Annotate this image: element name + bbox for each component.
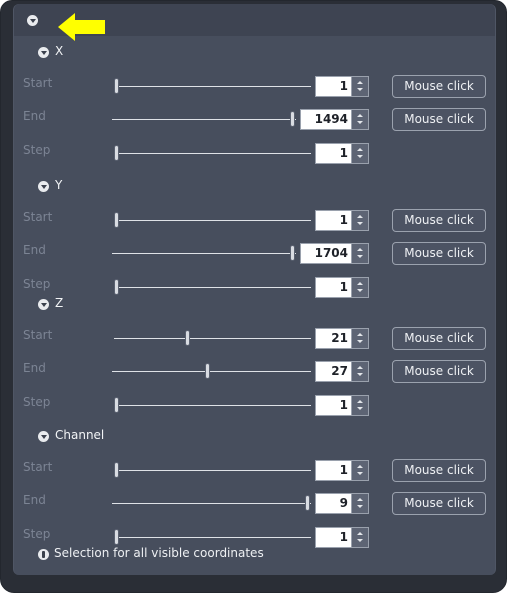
collapse-icon[interactable] — [27, 15, 38, 26]
spinbox-value[interactable]: 1 — [316, 528, 352, 547]
section-channel-start-slider-thumb[interactable] — [114, 462, 119, 478]
section-z-end-spinbox[interactable]: 27 — [315, 361, 369, 382]
section-channel-row-start-label: Start — [23, 460, 53, 474]
spinbox-up-down-icon[interactable] — [351, 362, 368, 381]
spinbox-up-down-icon[interactable] — [351, 528, 368, 547]
section-x-title: X — [55, 44, 64, 58]
section-z-end-slider-thumb[interactable] — [205, 363, 210, 379]
section-z-step-spinbox[interactable]: 1 — [315, 395, 369, 416]
section-y-row-start-label: Start — [23, 210, 53, 224]
section-x-step-spinbox[interactable]: 1 — [315, 143, 369, 164]
section-x-start-spinbox[interactable]: 1 — [315, 76, 369, 97]
section-y-start-slider-track[interactable] — [114, 220, 311, 221]
section-z-end-slider-track[interactable] — [112, 371, 311, 372]
section-x-row-step-label: Step — [23, 143, 51, 157]
spinbox-value[interactable]: 21 — [316, 329, 352, 348]
section-channel-collapse-icon[interactable] — [38, 431, 49, 442]
section-x-row-start-label: Start — [23, 76, 53, 90]
section-z-start-spinbox[interactable]: 21 — [315, 328, 369, 349]
spinbox-value[interactable]: 1 — [316, 77, 352, 96]
section-y-end-slider-thumb[interactable] — [290, 245, 295, 261]
section-x-step-slider-track[interactable] — [114, 153, 311, 154]
selection-note: Selection for all visible coordinates — [54, 546, 264, 560]
section-z-start-slider-track[interactable] — [114, 338, 311, 339]
section-channel-start-mouse-click-button[interactable]: Mouse click — [392, 459, 486, 482]
spinbox-value[interactable]: 1 — [316, 396, 352, 415]
section-y-end-spinbox[interactable]: 1704 — [300, 243, 369, 264]
section-y-step-spinbox[interactable]: 1 — [315, 277, 369, 298]
section-z-row-start-label: Start — [23, 328, 53, 342]
section-y-row-end-label: End — [23, 243, 46, 257]
section-x-end-spinbox[interactable]: 1494 — [300, 109, 369, 130]
section-x-start-slider-thumb[interactable] — [114, 78, 119, 94]
spinbox-up-down-icon[interactable] — [351, 144, 368, 163]
section-z-row-end-label: End — [23, 361, 46, 375]
section-z-step-slider-thumb[interactable] — [114, 397, 119, 413]
section-channel-row-step-label: Step — [23, 527, 51, 541]
section-x-collapse-icon[interactable] — [38, 47, 49, 58]
section-z-start-mouse-click-button[interactable]: Mouse click — [392, 327, 486, 350]
section-channel-step-slider-track[interactable] — [114, 537, 311, 538]
spinbox-value[interactable]: 27 — [316, 362, 352, 381]
section-z-end-mouse-click-button[interactable]: Mouse click — [392, 360, 486, 383]
section-y-start-spinbox[interactable]: 1 — [315, 210, 369, 231]
section-channel-end-spinbox[interactable]: 9 — [315, 493, 369, 514]
section-x-end-slider-track[interactable] — [112, 119, 296, 120]
spinbox-value[interactable]: 1 — [316, 144, 352, 163]
spinbox-value[interactable]: 1 — [316, 278, 352, 297]
section-x-row-end-label: End — [23, 109, 46, 123]
spinbox-up-down-icon[interactable] — [351, 396, 368, 415]
yellow-arrow-icon — [58, 13, 105, 41]
section-channel-start-slider-track[interactable] — [114, 470, 311, 471]
section-channel-row-end-label: End — [23, 493, 46, 507]
spinbox-value[interactable]: 1704 — [301, 244, 352, 263]
section-x-start-slider-track[interactable] — [114, 86, 311, 87]
section-x-end-slider-thumb[interactable] — [290, 111, 295, 127]
spinbox-up-down-icon[interactable] — [351, 211, 368, 230]
spinbox-up-down-icon[interactable] — [351, 329, 368, 348]
spinbox-up-down-icon[interactable] — [351, 244, 368, 263]
spinbox-up-down-icon[interactable] — [351, 494, 368, 513]
section-y-row-step-label: Step — [23, 277, 51, 291]
section-z-collapse-icon[interactable] — [38, 299, 49, 310]
section-y-end-slider-track[interactable] — [112, 253, 296, 254]
section-channel-start-spinbox[interactable]: 1 — [315, 460, 369, 481]
section-y-start-slider-thumb[interactable] — [114, 212, 119, 228]
section-channel-step-spinbox[interactable]: 1 — [315, 527, 369, 548]
section-y-title: Y — [55, 178, 63, 192]
spinbox-value[interactable]: 1 — [316, 461, 352, 480]
spinbox-up-down-icon[interactable] — [351, 77, 368, 96]
section-z-row-step-label: Step — [23, 395, 51, 409]
section-y-collapse-icon[interactable] — [38, 181, 49, 192]
section-z-step-slider-track[interactable] — [114, 405, 311, 406]
section-y-step-slider-track[interactable] — [114, 287, 311, 288]
section-channel-step-slider-thumb[interactable] — [114, 529, 119, 545]
spinbox-up-down-icon[interactable] — [351, 278, 368, 297]
section-channel-end-mouse-click-button[interactable]: Mouse click — [392, 492, 486, 515]
section-channel-end-slider-track[interactable] — [112, 503, 311, 504]
section-x-step-slider-thumb[interactable] — [114, 145, 119, 161]
spinbox-value[interactable]: 1494 — [301, 110, 352, 129]
section-z-title: Z — [55, 296, 64, 310]
spinbox-up-down-icon[interactable] — [351, 110, 368, 129]
section-channel-end-slider-thumb[interactable] — [305, 495, 310, 511]
section-channel-title: Channel — [55, 428, 105, 442]
section-y-start-mouse-click-button[interactable]: Mouse click — [392, 209, 486, 232]
section-x-start-mouse-click-button[interactable]: Mouse click — [392, 75, 486, 98]
section-x-end-mouse-click-button[interactable]: Mouse click — [392, 108, 486, 131]
spinbox-up-down-icon[interactable] — [351, 461, 368, 480]
section-z-start-slider-thumb[interactable] — [185, 330, 190, 346]
spinbox-value[interactable]: 9 — [316, 494, 352, 513]
section-y-end-mouse-click-button[interactable]: Mouse click — [392, 242, 486, 265]
section-y-step-slider-thumb[interactable] — [114, 279, 119, 295]
spinbox-value[interactable]: 1 — [316, 211, 352, 230]
info-icon — [38, 549, 49, 560]
